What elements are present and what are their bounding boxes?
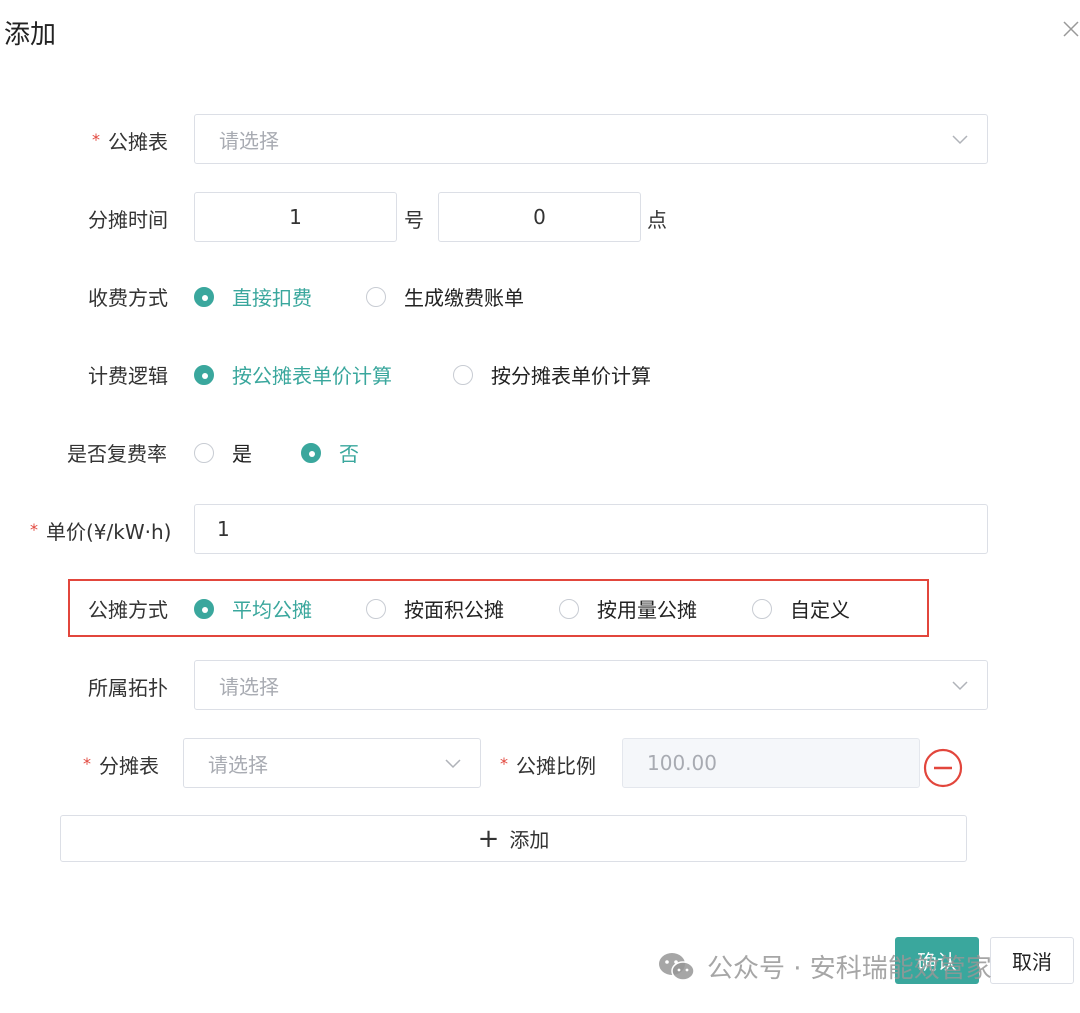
allocation-mode-label: 公摊方式 bbox=[88, 598, 168, 622]
radio-label: 生成缴费账单 bbox=[404, 286, 524, 310]
radio-label: 按用量公摊 bbox=[597, 598, 697, 622]
radio-average-allocation[interactable]: 平均公摊 bbox=[194, 594, 312, 623]
topology-label: 所属拓扑 bbox=[88, 676, 168, 700]
confirm-button[interactable]: 确认 bbox=[895, 937, 979, 984]
sub-meter-label: * 分摊表 bbox=[83, 754, 159, 778]
radio-dot bbox=[752, 598, 772, 619]
allocation-time-label: 分摊时间 bbox=[88, 208, 168, 232]
unit-price-input[interactable]: 1 bbox=[194, 504, 988, 554]
sub-meter-select[interactable]: 请选择 bbox=[183, 738, 481, 788]
radio-dot bbox=[301, 442, 321, 463]
close-icon[interactable] bbox=[1062, 20, 1080, 38]
shared-meter-select[interactable]: 请选择 bbox=[194, 114, 988, 164]
chevron-down-icon bbox=[952, 681, 968, 691]
radio-label: 直接扣费 bbox=[232, 286, 312, 310]
radio-generate-bill[interactable]: 生成缴费账单 bbox=[366, 282, 524, 311]
multi-rate-label: 是否复费率 bbox=[67, 442, 167, 466]
allocation-day-input[interactable]: 1 bbox=[194, 192, 397, 242]
add-row-button[interactable]: + 添加 bbox=[60, 815, 967, 862]
charge-method-label: 收费方式 bbox=[88, 286, 168, 310]
allocation-hour-input[interactable]: 0 bbox=[438, 192, 641, 242]
radio-area-allocation[interactable]: 按面积公摊 bbox=[366, 594, 504, 623]
remove-row-icon[interactable] bbox=[922, 747, 964, 789]
radio-dot bbox=[194, 598, 214, 619]
chevron-down-icon bbox=[952, 135, 968, 145]
radio-shared-meter-price[interactable]: 按公摊表单价计算 bbox=[194, 360, 392, 389]
chevron-down-icon bbox=[445, 759, 461, 769]
cancel-button[interactable]: 取消 bbox=[990, 937, 1074, 984]
unit-price-value: 1 bbox=[217, 517, 230, 541]
radio-label: 按分摊表单价计算 bbox=[491, 364, 651, 388]
allocation-ratio-label: * 公摊比例 bbox=[500, 754, 596, 778]
radio-label: 自定义 bbox=[790, 598, 850, 622]
radio-direct-deduction[interactable]: 直接扣费 bbox=[194, 282, 312, 311]
sub-meter-placeholder: 请选择 bbox=[208, 752, 268, 777]
topology-select[interactable]: 请选择 bbox=[194, 660, 988, 710]
radio-dot bbox=[559, 598, 579, 619]
radio-label: 按面积公摊 bbox=[404, 598, 504, 622]
radio-dot bbox=[453, 364, 473, 385]
shared-meter-label: * 公摊表 bbox=[92, 130, 168, 154]
radio-multi-rate-no[interactable]: 否 bbox=[301, 438, 359, 467]
required-mark: * bbox=[30, 520, 38, 539]
radio-dot bbox=[366, 598, 386, 619]
radio-dot bbox=[194, 286, 214, 307]
unit-price-label: * 单价(¥/kW·h) bbox=[30, 520, 172, 544]
radio-label: 是 bbox=[232, 442, 252, 466]
allocation-hour-value: 0 bbox=[533, 205, 546, 229]
radio-label: 平均公摊 bbox=[232, 598, 312, 622]
required-mark: * bbox=[92, 130, 100, 149]
allocation-ratio-input: 100.00 bbox=[622, 738, 920, 788]
radio-dot bbox=[194, 442, 214, 463]
radio-multi-rate-yes[interactable]: 是 bbox=[194, 438, 252, 467]
radio-sub-meter-price[interactable]: 按分摊表单价计算 bbox=[453, 360, 651, 389]
radio-dot bbox=[366, 286, 386, 307]
radio-label: 否 bbox=[339, 442, 359, 466]
radio-usage-allocation[interactable]: 按用量公摊 bbox=[559, 594, 697, 623]
wechat-icon bbox=[659, 952, 695, 981]
radio-custom-allocation[interactable]: 自定义 bbox=[752, 594, 850, 623]
required-mark: * bbox=[83, 754, 91, 773]
radio-label: 按公摊表单价计算 bbox=[232, 364, 392, 388]
topology-placeholder: 请选择 bbox=[219, 674, 279, 699]
day-unit: 号 bbox=[404, 208, 424, 232]
plus-icon: + bbox=[477, 823, 500, 854]
add-row-label: 添加 bbox=[509, 828, 550, 852]
allocation-day-value: 1 bbox=[289, 205, 302, 229]
dialog-title: 添加 bbox=[4, 20, 57, 50]
hour-unit: 点 bbox=[647, 208, 667, 232]
shared-meter-placeholder: 请选择 bbox=[219, 128, 279, 153]
billing-logic-label: 计费逻辑 bbox=[88, 364, 168, 388]
required-mark: * bbox=[500, 754, 508, 773]
radio-dot bbox=[194, 364, 214, 385]
allocation-ratio-value: 100.00 bbox=[647, 751, 717, 775]
